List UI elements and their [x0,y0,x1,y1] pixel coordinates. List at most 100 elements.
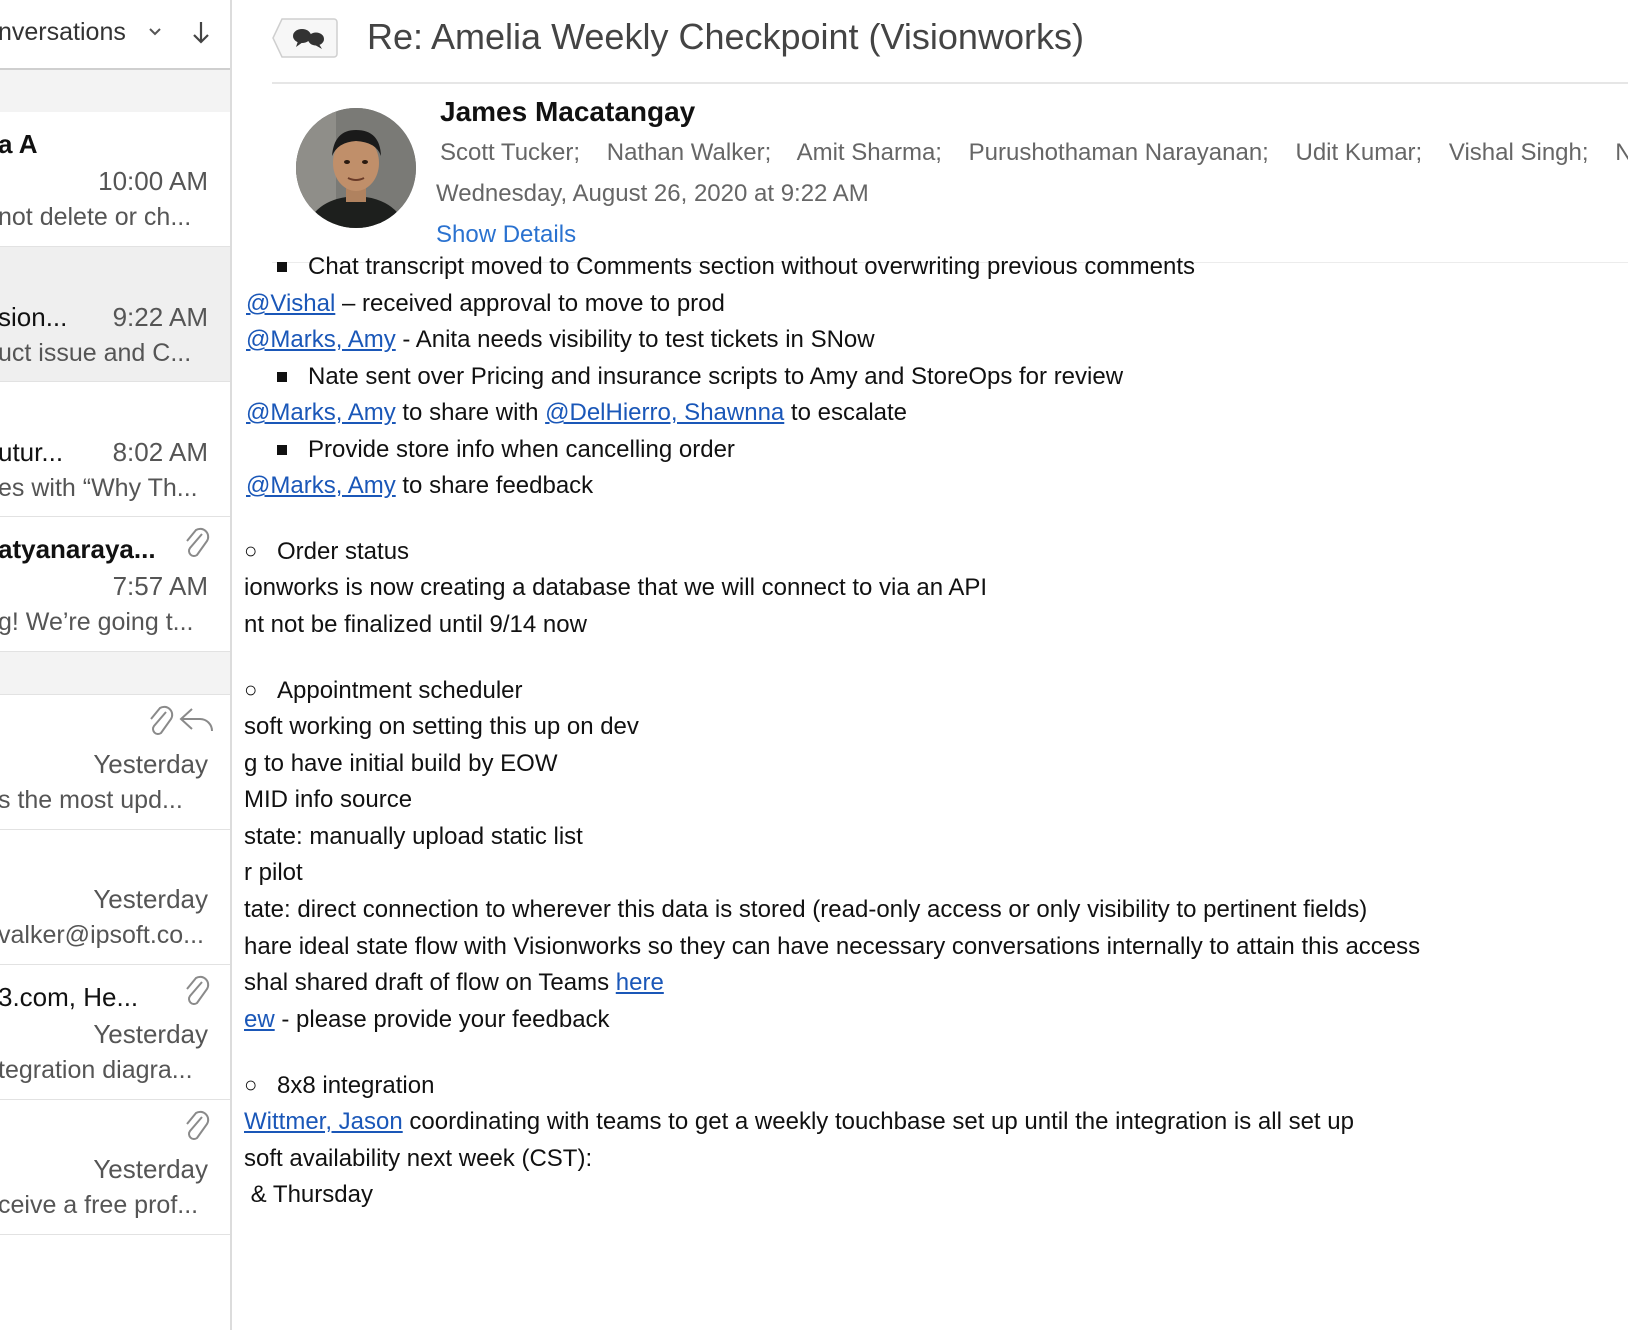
attachment-icon [186,1110,210,1140]
message-list-header: nversations [0,0,230,70]
circle-bullet: ○ [244,677,258,702]
message-date: Wednesday, August 26, 2020 at 9:22 AM [436,180,869,207]
body-line: ionworks is now creating a database that… [244,574,988,601]
recipient[interactable]: Purushothaman Narayanan; [969,139,1269,166]
body-text: - Anita needs visibility to test tickets… [395,326,875,353]
circle-bullet: ○ [244,538,258,563]
mention-link[interactable]: @Marks, Amy [246,472,396,499]
body-text: to escalate [784,399,908,426]
item-time: 8:02 AM [112,437,208,467]
message-list-item[interactable]: Yesterday ceive a free prof... [0,1100,230,1235]
item-preview: s the most upd... [0,786,183,814]
item-preview: es with “Why Th... [0,474,198,502]
body-line: Nate sent over Pricing and insurance scr… [308,363,1124,390]
body-line: ew - please provide your feedback [244,1006,610,1034]
body-line: Wittmer, Jason coordinating with teams t… [244,1108,1354,1136]
body-line: soft availability next week (CST): [244,1145,593,1172]
body-line: & Thursday [244,1181,373,1208]
item-preview: valker@ipsoft.co... [0,921,205,949]
message-list-item[interactable]: Yesterday s the most upd... [0,695,230,830]
body-text: coordinating with teams to get a weekly … [402,1108,1354,1135]
replied-icon [179,708,213,732]
chevron-down-icon[interactable] [148,26,162,38]
body-text: – received approval to move to prod [335,290,725,317]
here-link[interactable]: here [616,969,664,996]
sender-avatar [296,108,416,228]
message-list-item[interactable]: 3.com, He... Yesterday tegration diagra.… [0,965,230,1100]
sort-direction-icon[interactable] [190,20,212,46]
item-time: Yesterday [93,749,208,779]
body-text: to share feedback [395,472,594,499]
recipient[interactable]: Nathan Walker; [607,139,772,166]
body-line: MID info source [244,786,413,813]
mention-link[interactable]: @DelHierro, Shawnna [545,399,784,426]
body-line: nt not be finalized until 9/14 now [244,611,587,638]
section-heading: Order status [277,538,410,565]
body-line: @Vishal – received approval to move to p… [246,290,725,318]
body-line: tate: direct connection to wherever this… [244,896,1368,923]
recipients-list: Scott Tucker; Nathan Walker; Amit Sharma… [440,139,1628,167]
recipient[interactable]: N [1615,139,1628,166]
item-time: Yesterday [93,1019,208,1049]
square-bullet [277,372,287,382]
message-list-sidebar: nversations a A 10:00 AM not delete or c… [0,0,232,1330]
attachment-icon [186,527,210,557]
message-list-item[interactable]: Yesterday valker@ipsoft.co... [0,830,230,965]
body-line: Chat transcript moved to Comments sectio… [308,253,1196,280]
section-separator [0,70,230,113]
mention-link[interactable]: @Marks, Amy [246,326,396,353]
body-text: - please provide your feedback [274,1006,610,1033]
body-line: g to have initial build by EOW [244,750,558,777]
body-line: soft working on setting this up on dev [244,713,639,740]
show-details-link[interactable]: Show Details [436,221,576,249]
body-line: hare ideal state flow with Visionworks s… [244,933,1421,960]
attachment-icon [186,975,210,1005]
item-time: 7:57 AM [112,571,208,601]
message-list-item[interactable]: atyanaraya... 7:57 AM g! We’re going t..… [0,517,230,652]
section-separator [0,652,230,695]
item-sender: sion... [0,302,68,332]
attachment-icon [150,705,174,735]
item-sender: atyanaraya... [0,534,156,564]
message-list-item[interactable]: utur... 8:02 AM es with “Why Th... [0,382,230,517]
body-line: state: manually upload static list [244,823,583,850]
item-preview: not delete or ch... [0,203,192,231]
sort-by-conversations-label[interactable]: nversations [0,18,126,47]
item-preview: tegration diagra... [0,1056,193,1084]
item-preview: uct issue and C... [0,339,192,367]
recipient[interactable]: Scott Tucker; [440,139,580,166]
body-text: to share with [395,399,546,426]
body-line: @Marks, Amy to share with @DelHierro, Sh… [246,399,907,427]
body-text: shal shared draft of flow on Teams [244,969,616,996]
body-line: @Marks, Amy to share feedback [246,472,593,500]
item-sender: a A [0,129,38,159]
item-time: Yesterday [93,1154,208,1184]
conversation-toggle-button[interactable] [272,18,338,58]
item-time: 10:00 AM [98,166,208,196]
reading-pane: Re: Amelia Weekly Checkpoint (Visionwork… [232,0,1628,1330]
mention-link[interactable]: @Vishal [246,290,335,317]
mention-link[interactable]: ew [244,1006,275,1033]
body-line: r pilot [244,859,303,886]
item-preview: ceive a free prof... [0,1191,199,1219]
message-list-item[interactable]: a A 10:00 AM not delete or ch... [0,112,230,247]
message-list-item-selected[interactable]: sion... 9:22 AM uct issue and C... [0,247,230,382]
square-bullet [277,262,287,272]
item-time: 9:22 AM [112,302,208,332]
body-line: shal shared draft of flow on Teams here [244,969,664,997]
message-subject: Re: Amelia Weekly Checkpoint (Visionwork… [367,16,1084,57]
circle-bullet: ○ [244,1072,258,1097]
square-bullet [277,445,287,455]
header-divider [272,82,1628,84]
item-time: Yesterday [93,884,208,914]
mention-link[interactable]: Wittmer, Jason [244,1108,403,1135]
item-sender: utur... [0,437,64,467]
section-heading: 8x8 integration [277,1072,435,1099]
recipient[interactable]: Udit Kumar; [1296,139,1423,166]
item-sender: 3.com, He... [0,982,139,1012]
recipient[interactable]: Amit Sharma; [797,139,942,166]
body-line: Provide store info when cancelling order [308,436,735,463]
section-heading: Appointment scheduler [277,677,523,704]
recipient[interactable]: Vishal Singh; [1449,139,1589,166]
mention-link[interactable]: @Marks, Amy [246,399,396,426]
